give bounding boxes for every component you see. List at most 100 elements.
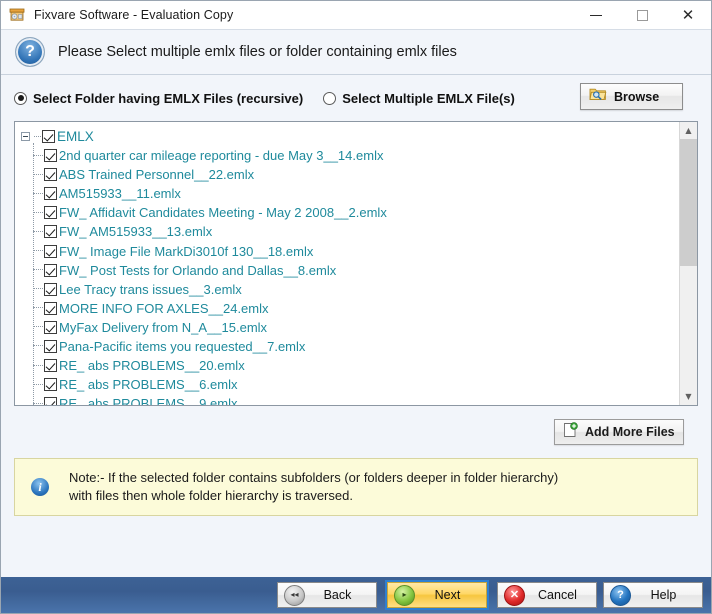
tree-item[interactable]: Pana-Pacific items you requested__7.emlx [30,337,679,356]
tree-item[interactable]: FW_ Image File MarkDi3010f 130__18.emlx [30,241,679,260]
tree-root-node[interactable]: EMLX [21,127,679,146]
add-more-files-label: Add More Files [585,425,675,439]
tree-connector [33,345,43,347]
item-label: ABS Trained Personnel__22.emlx [59,167,255,183]
tree-children: 2nd quarter car mileage reporting - due … [30,142,679,405]
radio-folder-label: Select Folder having EMLX Files (recursi… [33,90,304,106]
tree-connector [33,250,43,252]
cancel-icon: ✕ [504,584,525,606]
item-checkbox[interactable] [44,149,57,163]
radio-files-label: Select Multiple EMLX File(s) [342,90,515,106]
document-add-icon [563,421,578,443]
maximize-icon [636,9,648,21]
item-label: RE_ abs PROBLEMS__6.emlx [59,377,238,393]
tree-connector [33,326,43,328]
radio-option-files[interactable]: Select Multiple EMLX File(s) [323,91,515,106]
item-checkbox[interactable] [44,282,57,296]
item-checkbox[interactable] [44,225,57,239]
folder-search-icon [589,86,607,107]
next-button[interactable]: ▸ Next [385,580,489,610]
next-label: Next [434,588,461,602]
item-checkbox[interactable] [44,244,57,258]
minimize-icon [590,14,602,16]
tree-item[interactable]: FW_ Affidavit Candidates Meeting - May 2… [30,203,679,222]
item-checkbox[interactable] [44,187,57,201]
file-list-panel[interactable]: EMLX 2nd quarter car mileage reporting -… [14,121,698,406]
radio-files-indicator[interactable] [323,91,337,105]
item-label: RE_ abs PROBLEMS__9.emlx [59,396,238,405]
scrollbar-thumb[interactable] [680,139,697,266]
window-controls: ✕ [573,1,711,29]
help-button[interactable]: ? Help [603,582,703,608]
tree-connector [33,173,43,176]
play-icon: ▸ [394,584,415,606]
info-icon: i [31,478,49,496]
item-checkbox[interactable] [44,378,57,392]
tree-item[interactable]: FW_ Post Tests for Orlando and Dallas__8… [30,261,679,280]
close-button[interactable]: ✕ [665,1,711,29]
tree-connector [33,211,43,214]
item-checkbox[interactable] [44,206,57,220]
tree-connector [33,402,43,405]
item-checkbox[interactable] [44,263,57,277]
tree-item[interactable]: MyFax Delivery from N_A__15.emlx [30,318,679,337]
scroll-up-icon[interactable]: ▲ [680,122,697,139]
tree-connector [33,364,43,367]
tree-item[interactable]: ABS Trained Personnel__22.emlx [30,165,679,184]
tree-item[interactable]: MORE INFO FOR AXLES__24.emlx [30,299,679,318]
tree-connector [33,269,43,271]
note-line-2: with files then whole folder hierarchy i… [69,488,353,503]
wizard-footer: ◂◂ Back ▸ Next ✕ Cancel ? Help [1,577,711,613]
back-button[interactable]: ◂◂ Back [277,582,377,608]
tree-item[interactable]: AM515933__11.emlx [30,184,679,203]
note-text: Note:- If the selected folder contains s… [69,469,558,506]
tree-connector [33,307,43,309]
archive-box-icon [8,6,26,24]
item-checkbox[interactable] [44,320,57,334]
item-label: Pana-Pacific items you requested__7.emlx [59,338,306,354]
tree-item[interactable]: RE_ abs PROBLEMS__9.emlx [30,394,679,405]
rewind-icon: ◂◂ [284,584,305,606]
instruction-header: ? Please Select multiple emlx files or f… [1,30,711,75]
file-tree[interactable]: EMLX 2nd quarter car mileage reporting -… [15,122,679,405]
tree-item[interactable]: RE_ abs PROBLEMS__20.emlx [30,356,679,375]
root-checkbox[interactable] [42,130,55,143]
help-label: Help [650,588,677,602]
help-icon: ? [610,584,631,606]
tree-connector [33,288,43,290]
tree-connector [33,383,43,386]
maximize-button[interactable] [619,1,665,29]
item-checkbox[interactable] [44,339,57,353]
cancel-button[interactable]: ✕ Cancel [497,582,597,608]
list-scrollbar[interactable]: ▲ ▼ [679,122,697,405]
item-label: MORE INFO FOR AXLES__24.emlx [59,300,269,316]
note-line-1: Note:- If the selected folder contains s… [69,469,559,485]
item-label: Lee Tracy trans issues__3.emlx [59,281,242,297]
item-label: FW_ Post Tests for Orlando and Dallas__8… [59,262,337,278]
item-label: FW_ AM515933__13.emlx [59,224,213,240]
add-more-files-button[interactable]: Add More Files [554,419,684,445]
tree-connector [33,230,43,233]
tree-item[interactable]: RE_ abs PROBLEMS__6.emlx [30,375,679,394]
collapse-icon[interactable] [21,132,30,141]
tree-connector [33,192,43,195]
tree-item[interactable]: Lee Tracy trans issues__3.emlx [30,280,679,299]
tree-item[interactable]: FW_ AM515933__13.emlx [30,222,679,241]
close-icon: ✕ [681,5,695,24]
minimize-button[interactable] [573,1,619,29]
source-selection-row: Select Folder having EMLX Files (recursi… [1,75,711,121]
item-checkbox[interactable] [44,301,57,315]
item-label: FW_ Image File MarkDi3010f 130__18.emlx [59,243,314,259]
item-checkbox[interactable] [44,397,57,405]
radio-folder-indicator[interactable] [14,91,27,105]
browse-button[interactable]: Browse [580,83,683,110]
radio-option-folder[interactable]: Select Folder having EMLX Files (recursi… [14,91,303,106]
item-label: 2nd quarter car mileage reporting - due … [59,148,384,164]
item-checkbox[interactable] [44,359,57,373]
scroll-down-icon[interactable]: ▼ [680,388,697,405]
tree-item[interactable]: 2nd quarter car mileage reporting - due … [30,146,679,165]
item-label: MyFax Delivery from N_A__15.emlx [59,319,268,335]
item-checkbox[interactable] [44,168,57,182]
scrollbar-track[interactable] [680,139,697,388]
